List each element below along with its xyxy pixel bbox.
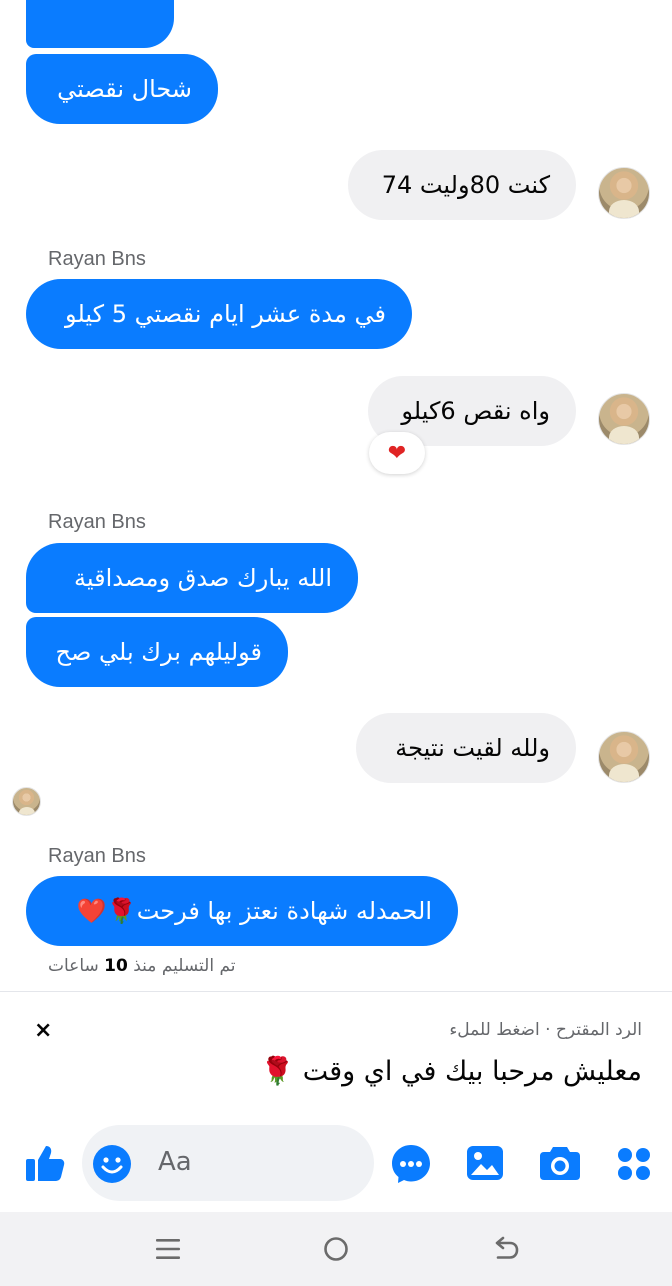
close-suggestion-button[interactable]: × [34, 1018, 52, 1043]
heart-reaction-icon[interactable]: ❤ [369, 432, 425, 474]
message-text: قوليلهم برك بلي صح [55, 638, 263, 666]
read-receipt-avatar [12, 787, 41, 816]
message-bubble-outgoing[interactable]: في مدة عشر ايام نقصتي 5 كيلو [26, 279, 412, 349]
message-bubble-outgoing[interactable]: شحال نقصتي [26, 54, 218, 124]
message-bubble-incoming[interactable]: كنت 80وليت 74 [348, 150, 576, 220]
message-text: الله يبارك صدق ومصداقية [74, 564, 332, 592]
sender-name: Rayan Bns [48, 845, 146, 867]
message-text: شحال نقصتي [57, 75, 192, 103]
like-icon[interactable] [24, 1142, 66, 1184]
home-icon[interactable] [323, 1236, 349, 1262]
message-text: ولله لقيت نتيجة [395, 734, 550, 762]
message-bubble-outgoing[interactable]: الله يبارك صدق ومصداقية [26, 543, 358, 613]
message-input-placeholder: Aa [158, 1147, 192, 1177]
message-text: واه نقص 6كيلو [401, 397, 550, 425]
camera-icon[interactable] [539, 1145, 581, 1181]
message-text: في مدة عشر ايام نقصتي 5 كيلو [65, 300, 386, 328]
message-bubble-outgoing[interactable] [26, 0, 174, 48]
contact-avatar[interactable] [598, 167, 650, 219]
contact-avatar[interactable] [598, 731, 650, 783]
message-bubble-outgoing[interactable]: قوليلهم برك بلي صح [26, 617, 288, 687]
suggested-reply-header: الرد المقترح · اضغط للملء [449, 1020, 642, 1040]
message-text: كنت 80وليت 74 [381, 171, 550, 199]
divider [0, 991, 672, 992]
emoji-icon[interactable] [92, 1144, 132, 1184]
suggested-reply-text[interactable]: معليش مرحبا بيك في اي وقت 🌹 [261, 1055, 642, 1087]
sender-name: Rayan Bns [48, 511, 146, 533]
back-icon[interactable] [491, 1236, 519, 1262]
contact-avatar[interactable] [598, 393, 650, 445]
message-text: الحمدله شهادة نعتز بها فرحت🌹❤️ [76, 897, 432, 925]
gallery-icon[interactable] [466, 1145, 504, 1181]
apps-icon[interactable] [616, 1146, 652, 1182]
menu-icon[interactable] [155, 1236, 181, 1262]
sender-name: Rayan Bns [48, 248, 146, 270]
delivery-status: تم التسليم منذ 10 ساعات [48, 956, 236, 976]
message-bubble-incoming[interactable]: ولله لقيت نتيجة [356, 713, 576, 783]
chat-icon[interactable] [391, 1144, 431, 1184]
message-bubble-outgoing[interactable]: الحمدله شهادة نعتز بها فرحت🌹❤️ [26, 876, 458, 946]
